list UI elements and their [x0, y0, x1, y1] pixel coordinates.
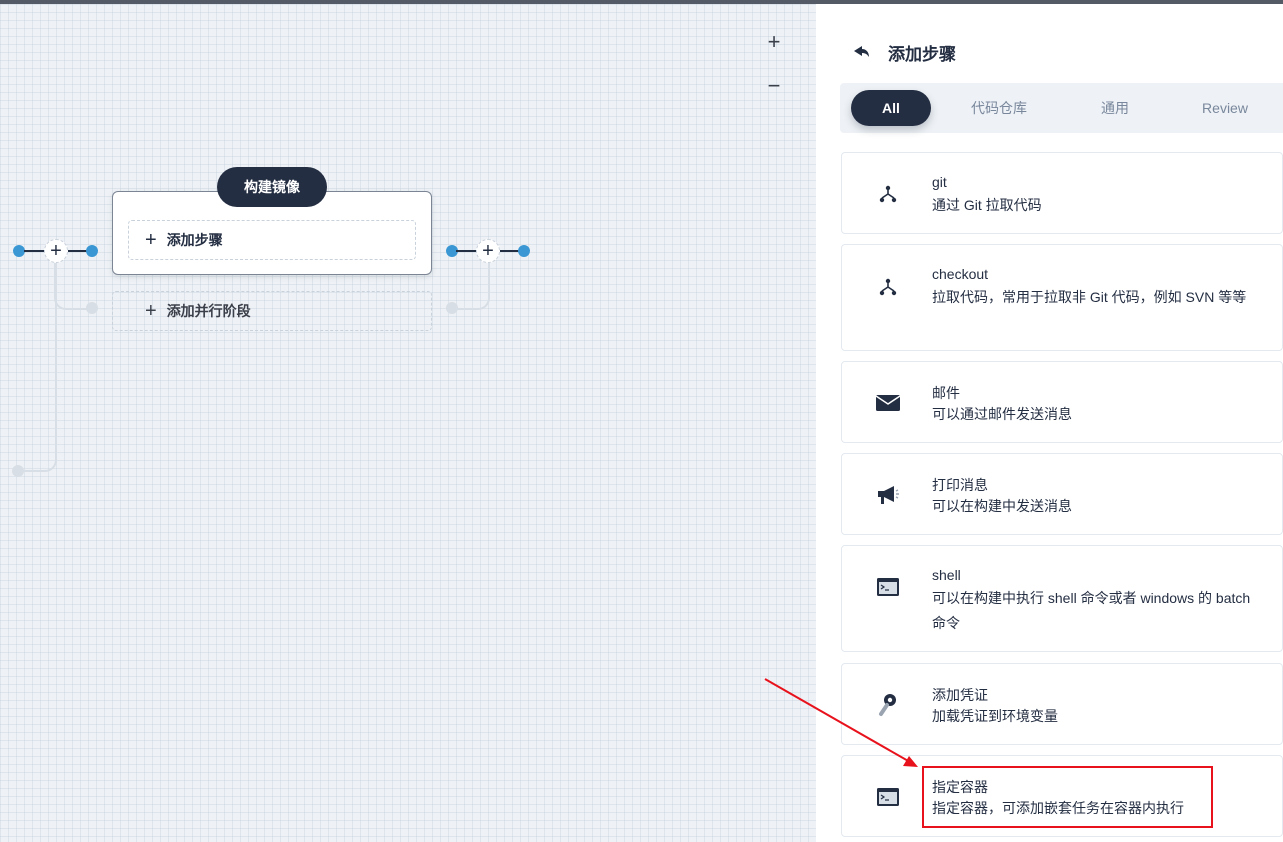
pipeline-line [24, 250, 44, 252]
step-desc: 可以在构建中发送消息 [932, 498, 1072, 514]
parallel-node-dot-right [446, 302, 458, 314]
step-desc: 拉取代码，常用于拉取非 Git 代码，例如 SVN 等等 [932, 289, 1247, 305]
plus-icon: + [50, 240, 62, 262]
pipeline-node-dot [518, 245, 530, 257]
step-card-container[interactable]: 指定容器 指定容器，可添加嵌套任务在容器内执行 [841, 755, 1283, 837]
add-parallel-stage-button[interactable]: + 添加并行阶段 [112, 291, 432, 331]
zoom-in-button[interactable]: + [760, 28, 788, 56]
zoom-out-button[interactable]: − [760, 72, 788, 100]
step-desc: 指定容器，可添加嵌套任务在容器内执行 [932, 800, 1184, 816]
tab-all[interactable]: All [851, 90, 931, 126]
step-desc: 通过 Git 拉取代码 [932, 197, 1042, 213]
tab-code-repo[interactable]: 代码仓库 [957, 90, 1041, 126]
branch-icon [874, 180, 902, 208]
megaphone-icon [874, 481, 902, 509]
mail-icon [874, 389, 902, 417]
plus-icon: + [145, 229, 157, 251]
step-card-shell[interactable]: shell 可以在构建中执行 shell 命令或者 windows 的 batc… [841, 545, 1283, 652]
step-name: checkout [932, 266, 989, 282]
step-card-add-credential[interactable]: 添加凭证 加载凭证到环境变量 [841, 663, 1283, 745]
step-name: git [932, 174, 947, 190]
key-icon [874, 691, 902, 719]
parallel-node-dot-left [86, 302, 98, 314]
step-card-print-message[interactable]: 打印消息 可以在构建中发送消息 [841, 453, 1283, 535]
add-step-label: 添加步骤 [166, 232, 223, 248]
terminal-icon [874, 783, 902, 811]
branch-icon [874, 273, 902, 301]
plus-icon: + [145, 300, 157, 322]
branch-node-dot-left [12, 465, 24, 477]
pipeline-line [68, 250, 88, 252]
pipeline-line [500, 250, 520, 252]
step-desc: 可以在构建中执行 shell 命令或者 windows 的 batch 命令 [932, 590, 1251, 631]
pipeline-canvas[interactable]: + − + + 构建镜像 + 添加步骤 + 添加并行阶段 [0, 4, 816, 842]
parallel-connector-right [450, 260, 490, 310]
terminal-icon [874, 573, 902, 601]
add-parallel-label: 添加并行阶段 [166, 303, 251, 319]
branch-connector-left [14, 260, 57, 472]
step-card-mail[interactable]: 邮件 可以通过邮件发送消息 [841, 361, 1283, 443]
panel-header: 添加步骤 [852, 40, 956, 65]
pipeline-line [456, 250, 476, 252]
step-name: shell [932, 567, 961, 583]
add-stage-node-left[interactable]: + [44, 239, 68, 263]
step-name: 邮件 [932, 385, 960, 401]
stage-title[interactable]: 构建镜像 [217, 167, 327, 207]
panel-title: 添加步骤 [888, 45, 956, 64]
back-arrow-icon[interactable] [852, 43, 872, 63]
pipeline-node-dot [86, 245, 98, 257]
step-desc: 加载凭证到环境变量 [932, 708, 1058, 724]
tab-bar: All 代码仓库 通用 Review [840, 83, 1283, 133]
tab-general[interactable]: 通用 [1075, 90, 1155, 126]
step-card-git[interactable]: git 通过 Git 拉取代码 [841, 152, 1283, 234]
step-name: 指定容器 [932, 779, 988, 795]
tab-review[interactable]: Review [1185, 90, 1265, 126]
add-step-panel: 添加步骤 All 代码仓库 通用 Review git 通过 Git 拉取代码 … [816, 4, 1283, 842]
step-card-checkout[interactable]: checkout 拉取代码，常用于拉取非 Git 代码，例如 SVN 等等 [841, 244, 1283, 351]
add-stage-node-right[interactable]: + [476, 239, 500, 263]
add-step-button[interactable]: + 添加步骤 [128, 220, 416, 260]
plus-icon: + [482, 240, 494, 262]
step-name: 打印消息 [932, 477, 988, 493]
step-desc: 可以通过邮件发送消息 [932, 406, 1072, 422]
step-name: 添加凭证 [932, 687, 988, 703]
